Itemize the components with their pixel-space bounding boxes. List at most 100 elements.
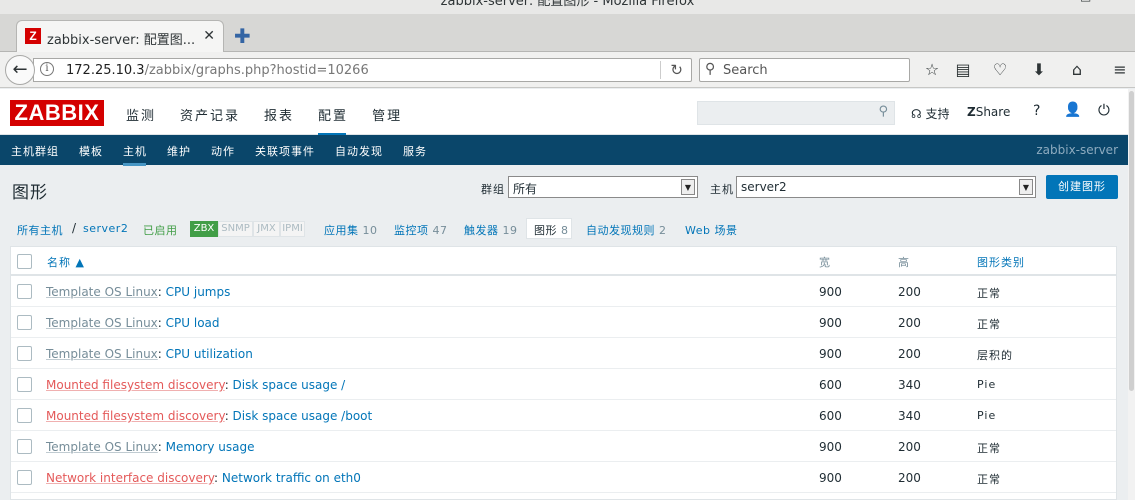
home-icon[interactable]: ⌂ [1067, 60, 1087, 79]
applications-link[interactable]: 应用集 10 [324, 222, 378, 238]
table-row: Mounted filesystem discovery: Disk space… [11, 369, 1116, 400]
zabbix-logo[interactable]: ZABBIX [10, 100, 104, 126]
table-row: Template OS Linux: CPU utilization 900 200… [11, 338, 1116, 369]
pocket-icon[interactable]: ♡ [990, 60, 1010, 79]
chevron-down-icon: ▼ [1019, 179, 1033, 195]
bookmark-star-icon[interactable]: ☆ [922, 60, 942, 79]
menu-reports[interactable]: 报表 [264, 105, 294, 124]
row-checkbox[interactable] [17, 284, 32, 299]
url-path: /zabbix/graphs.php?hostid=10266 [144, 63, 369, 78]
graph-source-link[interactable]: Mounted filesystem discovery [46, 409, 225, 423]
graph-type: 正常 [977, 442, 1001, 455]
graph-source-link[interactable]: Mounted filesystem discovery [46, 378, 225, 392]
reload-icon[interactable]: ↻ [670, 61, 683, 79]
submenu-discovery[interactable]: 自动发现 [335, 143, 383, 159]
submenu-maintenance[interactable]: 维护 [167, 143, 191, 159]
scrollbar-thumb[interactable] [1129, 91, 1134, 391]
support-link[interactable]: ☊ 支持 [911, 105, 950, 122]
graph-name-cell: Template OS Linux: CPU utilization [46, 347, 253, 361]
graph-height: 200 [898, 347, 921, 361]
items-link[interactable]: 监控项 47 [394, 222, 448, 238]
column-width: 宽 [819, 256, 831, 269]
row-checkbox[interactable] [17, 346, 32, 361]
submenu-hosts[interactable]: 主机 [123, 143, 147, 166]
search-icon[interactable]: ⚲ [878, 104, 888, 119]
graph-source-link[interactable]: Template OS Linux [46, 347, 158, 361]
triggers-link[interactable]: 触发器 19 [464, 222, 518, 238]
graph-type: 正常 [977, 473, 1001, 486]
headset-icon: ☊ [911, 107, 922, 121]
hamburger-menu-icon[interactable]: ≡ [1110, 60, 1130, 79]
graph-source-link[interactable]: Template OS Linux [46, 316, 158, 330]
submenu-host-groups[interactable]: 主机群组 [11, 143, 59, 159]
graph-height: 340 [898, 409, 921, 423]
menu-administration[interactable]: 管理 [372, 105, 402, 124]
reading-list-icon[interactable]: ▤ [953, 60, 973, 79]
web-scenarios-link[interactable]: Web 场景 [685, 222, 737, 238]
host-select[interactable]: server2 ▼ [736, 176, 1036, 198]
graph-name-link[interactable]: Disk space usage /boot [233, 409, 373, 423]
menu-inventory[interactable]: 资产记录 [180, 105, 240, 124]
share-z-icon: Z [967, 105, 976, 119]
graphs-link[interactable]: 图形 8 [534, 222, 569, 238]
graph-width: 900 [819, 347, 842, 361]
host-link[interactable]: server2 [83, 222, 128, 235]
graph-name-link[interactable]: CPU load [166, 316, 220, 330]
host-status[interactable]: 已启用 [143, 222, 178, 238]
search-icon: ⚲ [705, 61, 716, 77]
discovery-rules-link[interactable]: 自动发现规则 2 [586, 222, 667, 238]
create-graph-button[interactable]: 创建图形 [1046, 175, 1118, 199]
submenu-templates[interactable]: 模板 [79, 143, 103, 159]
tab-bar: Z zabbix-server: 配置图... ✕ ✚ [0, 14, 1135, 53]
row-checkbox[interactable] [17, 377, 32, 392]
graph-name-link[interactable]: CPU utilization [166, 347, 253, 361]
graph-name-link[interactable]: Memory usage [166, 440, 255, 454]
page-scrollbar[interactable] [1128, 89, 1135, 500]
submenu-actions[interactable]: 动作 [211, 143, 235, 159]
graph-width: 900 [819, 440, 842, 454]
zabbix-search-input[interactable]: ⚲ [697, 101, 895, 125]
submenu-event-correlation[interactable]: 关联项事件 [255, 143, 315, 159]
row-checkbox[interactable] [17, 408, 32, 423]
zabbix-favicon-icon: Z [25, 28, 41, 44]
discovery-rules-label: 自动发现规则 [586, 224, 655, 237]
graph-name-cell: Network interface discovery: Network tra… [46, 471, 361, 485]
user-profile-icon[interactable]: 👤 [1064, 102, 1081, 118]
url-bar[interactable]: i 172.25.10.3/zabbix/graphs.php?hostid=1… [33, 58, 692, 82]
menu-configuration[interactable]: 配置 [318, 105, 348, 136]
browser-search-box[interactable]: ⚲ Search [699, 58, 910, 82]
browser-tab[interactable]: Z zabbix-server: 配置图... ✕ [16, 20, 224, 53]
help-button[interactable]: ? [1033, 103, 1040, 119]
sign-out-icon[interactable]: ⏻ [1098, 101, 1110, 119]
site-info-icon[interactable]: i [40, 62, 54, 76]
row-checkbox[interactable] [17, 439, 32, 454]
submenu-services[interactable]: 服务 [403, 143, 427, 159]
column-graph-type-sort[interactable]: 图形类别 [977, 254, 1025, 270]
name-separator: : [224, 409, 233, 423]
graph-name-link[interactable]: CPU jumps [166, 285, 231, 299]
select-all-checkbox[interactable] [17, 254, 32, 269]
graph-name-cell: Template OS Linux: CPU jumps [46, 285, 230, 299]
graph-source-link[interactable]: Network interface discovery [46, 471, 214, 485]
window-title-bar: zabbix-server: 配置图形 - Mozilla Firefox – … [0, 0, 1135, 14]
group-select[interactable]: 所有 ▼ [508, 176, 698, 198]
graph-name-link[interactable]: Network traffic on eth0 [222, 471, 361, 485]
table-row: Network interface discovery: Network tra… [11, 462, 1116, 493]
row-checkbox[interactable] [17, 315, 32, 330]
downloads-icon[interactable]: ⬇ [1029, 60, 1049, 79]
row-checkbox[interactable] [17, 470, 32, 485]
tab-close-icon[interactable]: ✕ [203, 28, 215, 44]
menu-monitoring[interactable]: 监测 [126, 105, 156, 124]
share-link[interactable]: ZShare [967, 105, 1010, 119]
back-button[interactable]: ← [5, 55, 35, 85]
graph-name-link[interactable]: Disk space usage / [233, 378, 346, 392]
new-tab-icon[interactable]: ✚ [234, 24, 251, 48]
table-row: Template OS Linux: CPU load 900 200 正常 [11, 307, 1116, 338]
graph-source-link[interactable]: Template OS Linux [46, 440, 158, 454]
graph-width: 900 [819, 471, 842, 485]
graph-width: 900 [819, 316, 842, 330]
all-hosts-link[interactable]: 所有主机 [17, 222, 63, 238]
graph-source-link[interactable]: Template OS Linux [46, 285, 158, 299]
graph-width: 600 [819, 409, 842, 423]
column-name-sort[interactable]: 名称 ▲ [47, 254, 85, 270]
